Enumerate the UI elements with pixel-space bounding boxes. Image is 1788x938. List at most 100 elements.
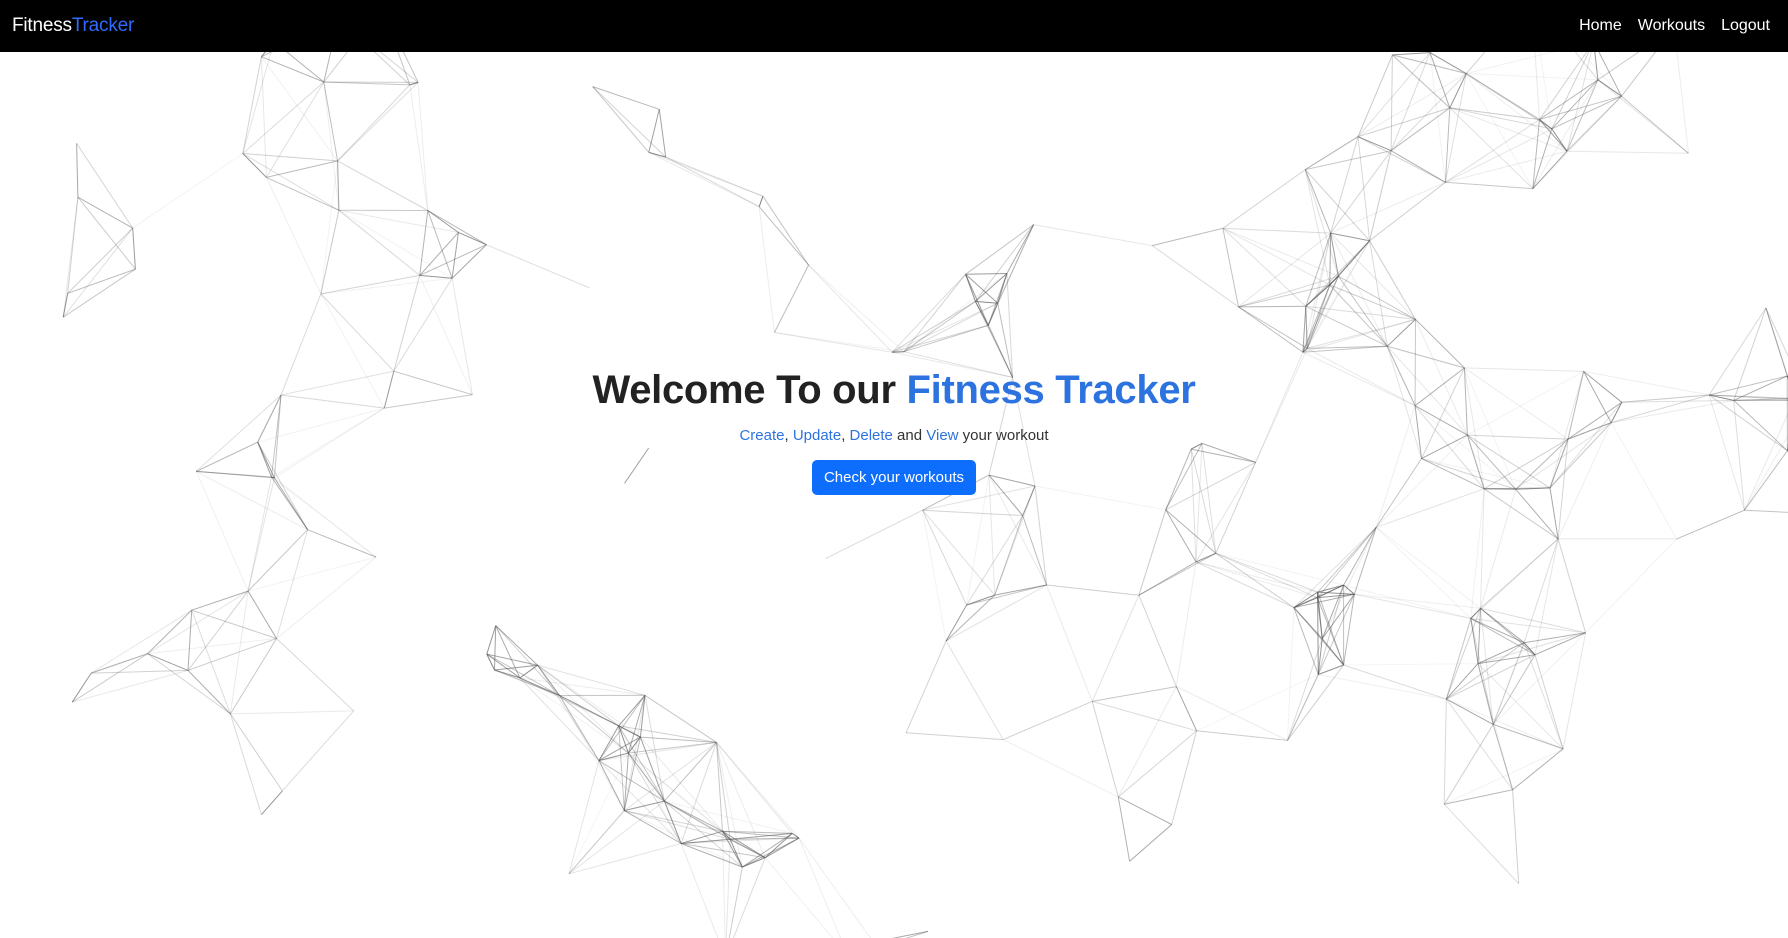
network-line [758,206,775,333]
network-line [1470,618,1536,656]
network-line [905,640,947,734]
network-line [1171,730,1198,825]
network-line [965,224,1034,275]
network-line [798,837,842,938]
network-line [242,153,340,211]
network-line [773,264,810,333]
network-line [1357,52,1431,138]
network-line [320,274,420,295]
subtitle-delete: Delete [849,427,893,444]
network-line [1238,306,1308,349]
network-line [323,81,339,161]
network-line [1566,150,1689,154]
network-line [628,741,717,754]
network-line [1138,595,1177,687]
network-line [1091,701,1119,798]
network-line [229,591,249,714]
network-line [1477,608,1481,664]
brand-logo[interactable]: FitnessTracker [12,15,134,37]
network-line [922,509,996,596]
nav-link-home[interactable]: Home [1579,17,1622,35]
network-line [1676,52,1689,154]
network-line [495,625,538,666]
network-line [640,736,717,743]
title-primary-text: Welcome To our [592,368,907,412]
network-line [1357,136,1392,152]
network-line [1445,618,1472,700]
network-line [1118,796,1172,825]
network-line [1046,584,1093,702]
network-line [663,742,717,802]
network-line [1330,232,1388,347]
network-line [758,196,764,207]
network-line [281,710,354,792]
network-line [67,197,79,294]
network-line [640,736,723,832]
subtitle-view: View [926,427,959,444]
network-line [323,81,340,211]
subtitle-and: and [892,427,927,444]
network-line [261,790,283,815]
network-line [261,52,272,58]
network-line [276,638,354,712]
network-line [486,625,497,655]
network-line [1466,73,1540,120]
network-line [1539,95,1622,120]
network-line [658,109,667,158]
nav-link-workouts[interactable]: Workouts [1638,17,1705,35]
network-line [764,833,793,859]
network-line [77,196,133,229]
network-line [419,232,459,276]
check-workouts-button[interactable]: Check your workouts [811,460,977,495]
network-line [486,653,560,696]
network-line [132,153,244,229]
network-line [1597,52,1640,81]
network-line [1443,803,1520,884]
network-line [494,625,497,671]
network-line [1354,593,1481,609]
network-line [1429,52,1446,183]
network-line [229,713,262,815]
network-line [1446,698,1494,725]
network-line [266,176,340,211]
network-line [1046,584,1139,596]
network-line [323,52,348,83]
network-line [762,195,810,266]
network-line [624,810,743,868]
network-line [994,485,1036,596]
network-line [922,510,947,642]
network-line [229,638,277,715]
network-line [409,84,429,211]
network-line [903,302,998,353]
network-line [1354,593,1471,619]
network-line [62,268,136,318]
network-line [1523,642,1564,750]
network-line [1321,593,1355,639]
network-line [945,640,1004,740]
network-line [1222,227,1331,234]
network-line [1238,306,1304,353]
nav-link-logout[interactable]: Logout [1721,17,1770,35]
network-line [1557,538,1587,633]
network-line [1597,79,1622,97]
network-line [417,82,429,211]
network-line [91,653,148,674]
network-line [891,930,929,938]
network-line [1317,592,1319,675]
network-line [1446,698,1564,750]
network-line [1304,169,1332,234]
network-line [1566,52,1592,152]
network-line [1215,552,1295,609]
network-line [1465,52,1486,74]
network-line [337,82,419,162]
network-line [337,84,411,162]
network-line [1117,730,1197,798]
network-line [774,332,904,353]
network-line [758,206,809,266]
network-line [1580,52,1622,97]
network-line [1392,54,1467,74]
network-line [903,300,976,353]
network-line [1445,150,1568,183]
title-accent-text: Fitness Tracker [906,368,1196,412]
network-line [1215,552,1318,599]
